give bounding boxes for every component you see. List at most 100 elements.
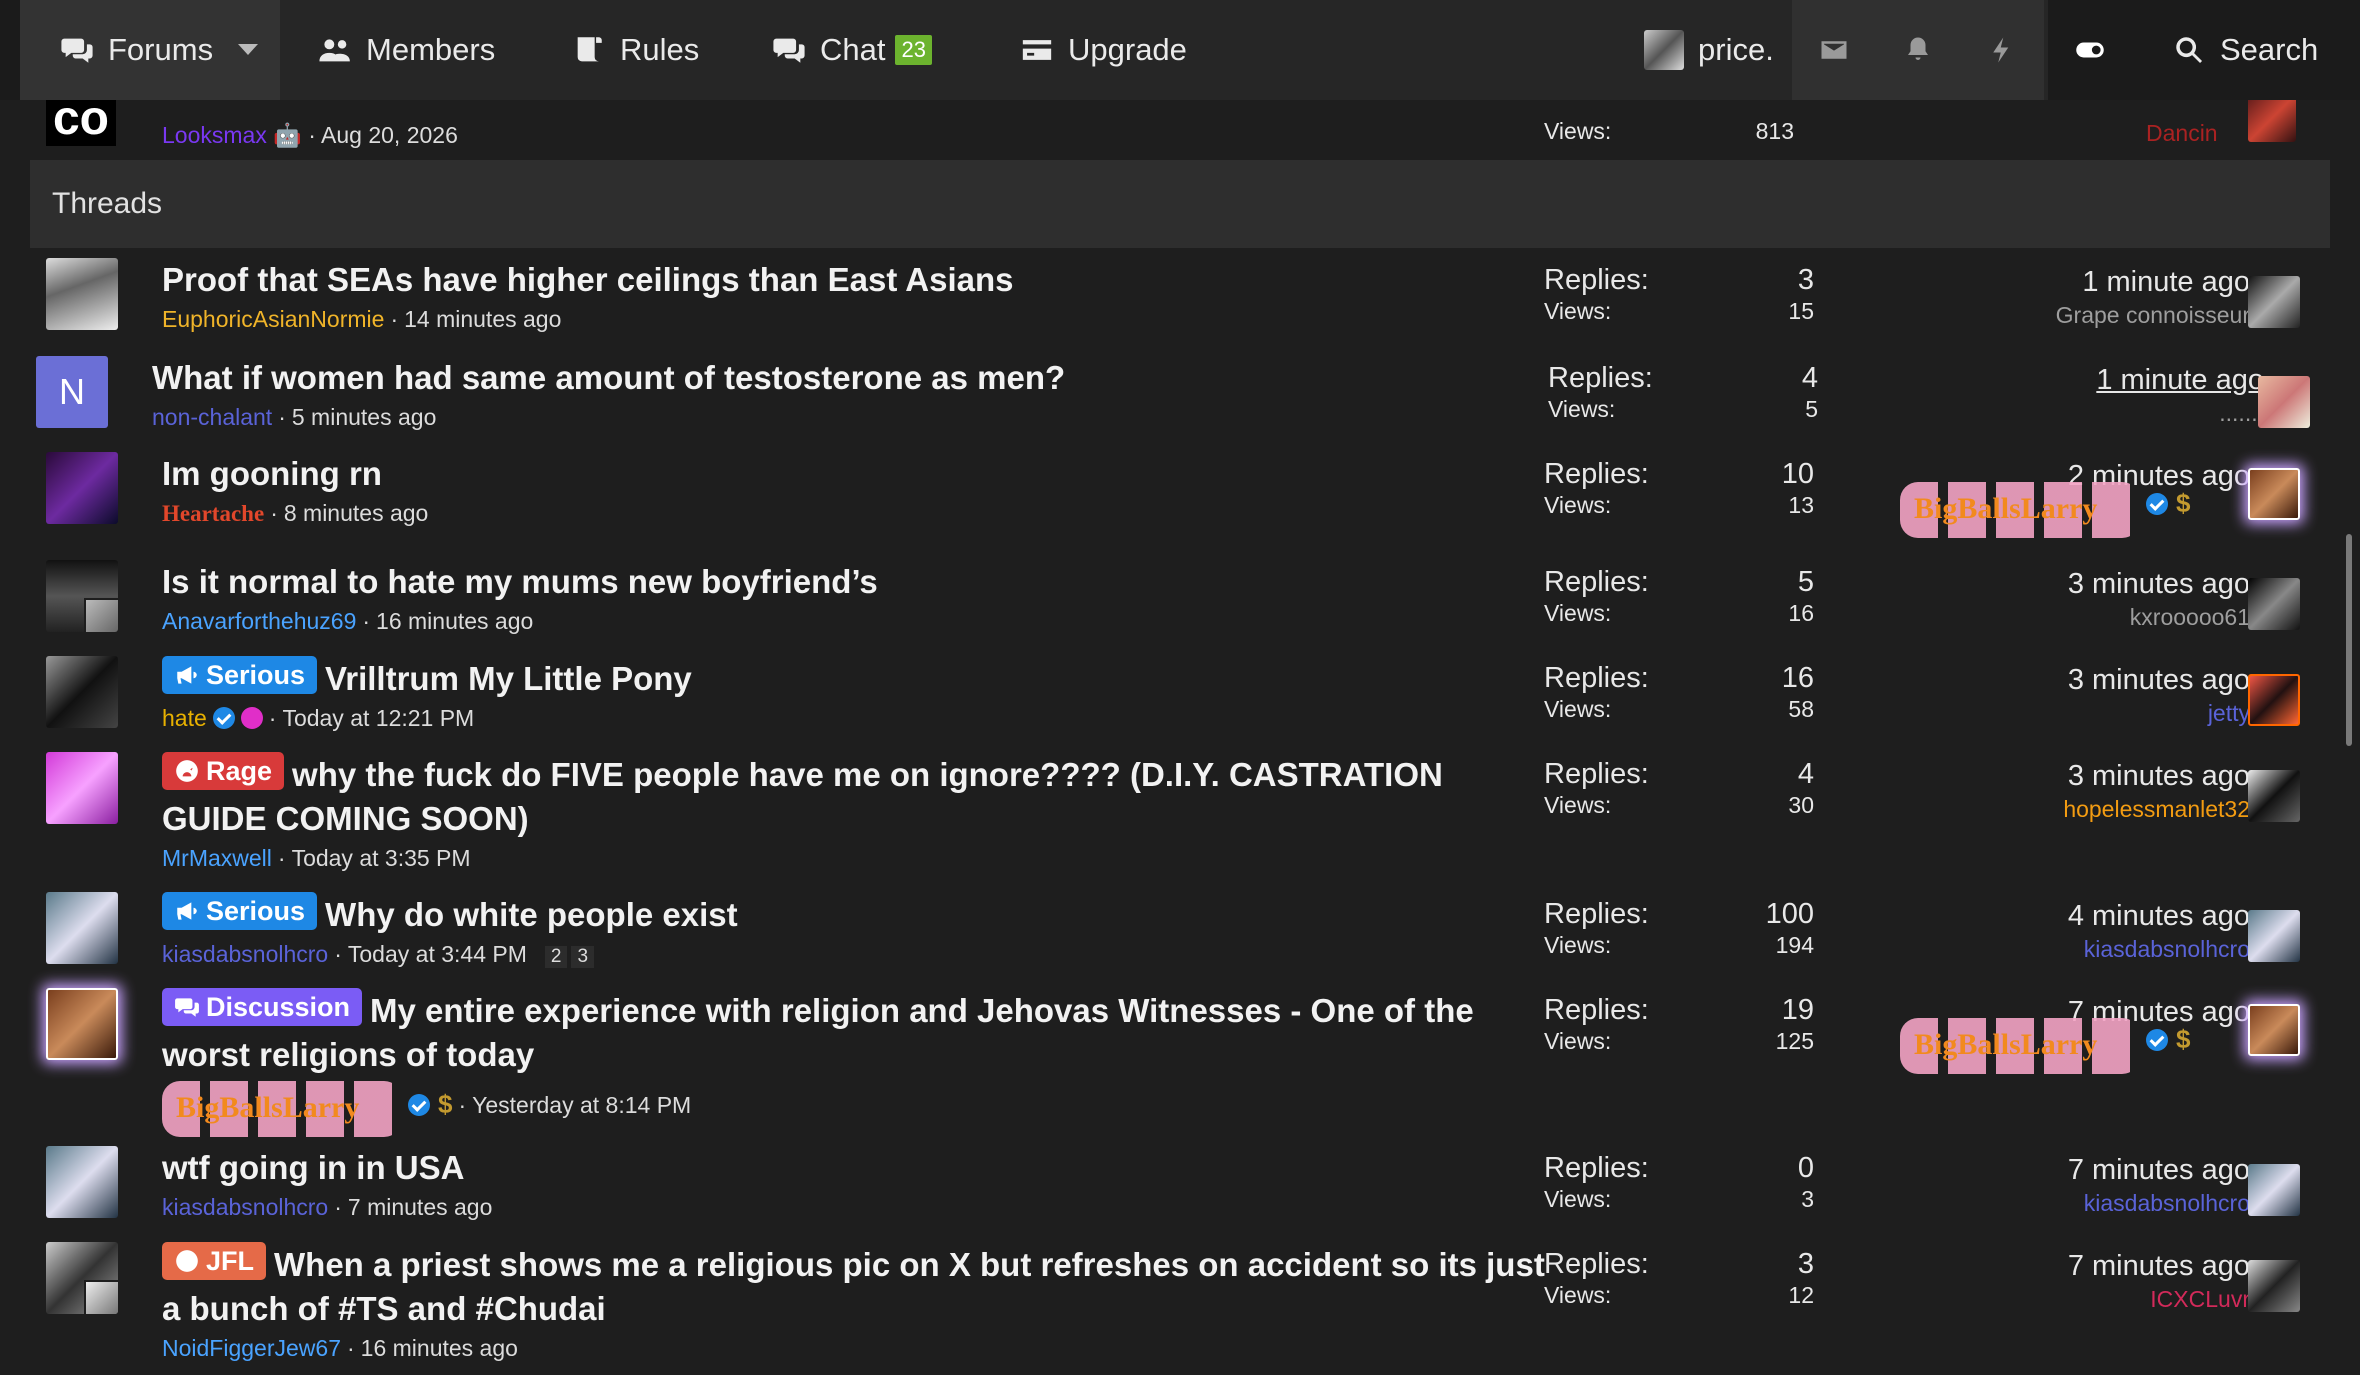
thread-author[interactable]: non-chalant: [152, 404, 272, 430]
page-link[interactable]: 3: [571, 946, 595, 968]
nav-members[interactable]: Members: [318, 0, 495, 100]
nav-rules[interactable]: Rules: [572, 0, 699, 100]
last-post-user[interactable]: kxrooooo61: [1830, 604, 2250, 631]
last-post: 4 minutes ago kiasdabsnolhcro: [1830, 898, 2250, 963]
nav-account[interactable]: price.: [1644, 0, 1774, 100]
last-post-user[interactable]: jetty: [1830, 700, 2250, 727]
thread-title[interactable]: wtf going in in USA: [162, 1146, 1552, 1190]
avatar[interactable]: [2248, 770, 2300, 822]
replies-count: 4: [1801, 362, 1818, 394]
inbox-button[interactable]: [1792, 0, 1876, 100]
last-post-time[interactable]: 4 minutes ago: [1830, 898, 2250, 934]
last-post: 1 minute ago Grape connoisseur: [1830, 264, 2250, 329]
last-post-user-block[interactable]: BigBallsLarry $: [1900, 478, 2190, 538]
chevron-down-icon[interactable]: [238, 44, 258, 55]
thread-author[interactable]: MrMaxwell: [162, 845, 272, 871]
avatar[interactable]: [2248, 1260, 2300, 1312]
views-label: Views:: [1544, 492, 1612, 518]
thread-title[interactable]: What if women had same amount of testost…: [152, 356, 1542, 400]
prefix-serious[interactable]: Serious: [162, 892, 318, 930]
thread-title-line[interactable]: Serious Why do white people exist: [162, 892, 1552, 937]
scrollbar-thumb[interactable]: [2346, 534, 2352, 746]
fancy-username[interactable]: BigBallsLarry: [162, 1077, 402, 1137]
avatar[interactable]: [46, 452, 118, 524]
thread-title[interactable]: Why do white people exist: [325, 896, 738, 933]
prefix-rage[interactable]: Rage: [162, 752, 285, 790]
last-post-user[interactable]: hopelessmanlet32: [1830, 796, 2250, 823]
thread-title[interactable]: Im gooning rn: [162, 452, 1552, 496]
last-post-user[interactable]: kiasdabsnolhcro: [1830, 936, 2250, 963]
last-post-time[interactable]: 7 minutes ago: [1830, 1152, 2250, 1188]
last-post-time[interactable]: 3 minutes ago: [1830, 758, 2250, 794]
last-post-time[interactable]: 3 minutes ago: [1830, 566, 2250, 602]
page-link[interactable]: 2: [544, 946, 568, 968]
last-post: 7 minutes ago ICXCLuvr: [1830, 1248, 2250, 1313]
prefix-serious[interactable]: Serious: [162, 656, 318, 694]
sticky-author[interactable]: Looksmax: [162, 122, 267, 148]
last-post-time[interactable]: 1 minute ago: [1830, 264, 2250, 300]
avatar[interactable]: [46, 752, 118, 824]
avatar[interactable]: [46, 988, 118, 1060]
thread-title[interactable]: Proof that SEAs have higher ceilings tha…: [162, 258, 1552, 302]
prefix-jfl[interactable]: JFL: [162, 1242, 267, 1280]
thread-title-line[interactable]: JFL When a priest shows me a religious pi…: [162, 1242, 1552, 1331]
avatar[interactable]: [2248, 578, 2300, 630]
avatar[interactable]: [46, 1242, 118, 1314]
avatar[interactable]: [46, 560, 118, 632]
nav-upgrade[interactable]: Upgrade: [1020, 0, 1187, 100]
sticky-last-user[interactable]: Dancin: [2146, 120, 2218, 147]
prefix-discussion[interactable]: Discussion: [162, 988, 363, 1026]
last-post-user[interactable]: .......: [1844, 400, 2264, 427]
thread-author[interactable]: kiasdabsnolhcro: [162, 1194, 328, 1220]
thread-author[interactable]: hate: [162, 705, 207, 731]
last-post-time[interactable]: 3 minutes ago: [1830, 662, 2250, 698]
style-toggle-button[interactable]: [2048, 0, 2132, 100]
sticky-views-label: Views:: [1544, 118, 1612, 144]
avatar[interactable]: [2248, 468, 2300, 520]
thread-author[interactable]: EuphoricAsianNormie: [162, 306, 384, 332]
sticky-date: Aug 20, 2026: [321, 122, 458, 148]
thread-title-line[interactable]: Serious Vrilltrum My Little Pony: [162, 656, 1552, 701]
nav-chat[interactable]: Chat 23: [772, 0, 932, 100]
avatar[interactable]: [2248, 910, 2300, 962]
thread-title-line[interactable]: Discussion My entire experience with reli…: [162, 988, 1552, 1077]
avatar[interactable]: [2258, 376, 2310, 428]
thread-title[interactable]: why the fuck do FIVE people have me on i…: [162, 756, 1443, 837]
avatar[interactable]: [2248, 276, 2300, 328]
avatar[interactable]: [2248, 1004, 2300, 1056]
laughing-face-icon: [176, 1250, 198, 1272]
thread-author[interactable]: Anavarforthehuz69: [162, 608, 356, 634]
alerts-button[interactable]: [1876, 0, 1960, 100]
nav-search[interactable]: Search: [2172, 0, 2318, 100]
last-post-user[interactable]: ICXCLuvr: [1830, 1286, 2250, 1313]
thread-title-line[interactable]: Rage why the fuck do FIVE people have me …: [162, 752, 1552, 841]
avatar[interactable]: [46, 258, 118, 330]
thread-title[interactable]: When a priest shows me a religious pic o…: [162, 1246, 1545, 1327]
last-post-user[interactable]: Grape connoisseur: [1830, 302, 2250, 329]
avatar[interactable]: [46, 892, 118, 964]
nav-forums[interactable]: Forums: [20, 0, 280, 100]
avatar[interactable]: [2248, 674, 2300, 726]
avatar[interactable]: [2248, 1164, 2300, 1216]
thread-author[interactable]: Heartache: [162, 501, 264, 526]
thread-author[interactable]: NoidFiggerJew67: [162, 1335, 341, 1361]
fancy-username[interactable]: BigBallsLarry: [1900, 478, 2140, 538]
last-post-time[interactable]: 1 minute ago: [1844, 362, 2264, 398]
last-post-user-block[interactable]: BigBallsLarry $: [1900, 1014, 2190, 1074]
last-post-user[interactable]: kiasdabsnolhcro: [1830, 1190, 2250, 1217]
comments-icon: [61, 38, 93, 63]
fancy-username[interactable]: BigBallsLarry: [1900, 1014, 2140, 1074]
avatar[interactable]: [2248, 94, 2296, 142]
prefix-label: Rage: [206, 756, 273, 786]
avatar[interactable]: [46, 656, 118, 728]
last-post-time[interactable]: 7 minutes ago: [1830, 1248, 2250, 1284]
thread-title[interactable]: Vrilltrum My Little Pony: [325, 660, 692, 697]
thread-meta: hate · Today at 12:21 PM: [162, 705, 475, 731]
credit-card-icon: [1022, 40, 1052, 60]
whats-new-button[interactable]: [1960, 0, 2044, 100]
avatar[interactable]: [46, 1146, 118, 1218]
thread-title[interactable]: Is it normal to hate my mums new boyfrie…: [162, 560, 1552, 604]
sticky-thread-row[interactable]: co Looksmax 🤖 · Aug 20, 2026 Views: 813 …: [30, 90, 2330, 160]
avatar[interactable]: N: [36, 356, 108, 428]
thread-author[interactable]: kiasdabsnolhcro: [162, 941, 328, 967]
